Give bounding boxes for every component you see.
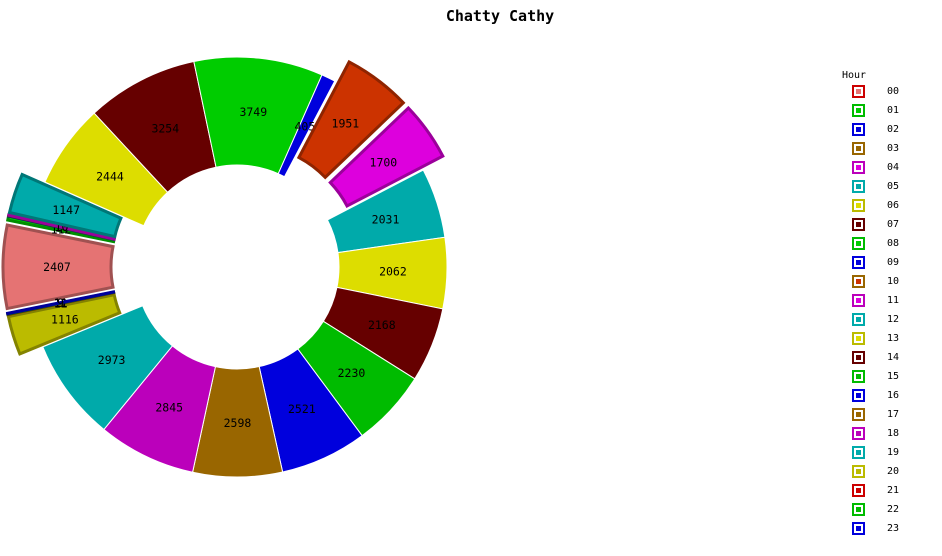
legend: Hour 00 01 02 03 04 05 06 07 08 09 10 11 12 13 14 15 16 1…	[842, 69, 937, 541]
legend-swatch	[852, 446, 865, 459]
legend-item-02[interactable]: 02	[842, 123, 937, 142]
legend-label: 00	[887, 86, 900, 97]
legend-swatch	[852, 123, 865, 136]
legend-swatch	[852, 104, 865, 117]
legend-label: 19	[887, 447, 900, 458]
slice-label-17: 2598	[224, 416, 252, 430]
slice-label-08: 3749	[239, 105, 267, 119]
legend-swatch	[852, 465, 865, 478]
slice-label-13: 2062	[379, 265, 407, 279]
legend-item-08[interactable]: 08	[842, 237, 937, 256]
legend-label: 15	[887, 371, 900, 382]
legend-swatch	[852, 180, 865, 193]
legend-label: 09	[887, 257, 900, 268]
legend-item-14[interactable]: 14	[842, 351, 937, 370]
slice-label-23: 9	[57, 296, 64, 310]
slice-label-15: 2230	[338, 366, 366, 380]
legend-swatch	[852, 351, 865, 364]
legend-label: 21	[887, 485, 900, 496]
legend-swatch	[852, 199, 865, 212]
legend-item-07[interactable]: 07	[842, 218, 937, 237]
legend-label: 14	[887, 352, 900, 363]
legend-item-03[interactable]: 03	[842, 142, 937, 161]
legend-swatch	[852, 370, 865, 383]
legend-item-04[interactable]: 04	[842, 161, 937, 180]
legend-label: 13	[887, 333, 900, 344]
legend-label: 08	[887, 238, 900, 249]
slice-label-07: 3254	[151, 121, 179, 135]
legend-item-17[interactable]: 17	[842, 408, 937, 427]
legend-label: 07	[887, 219, 900, 230]
legend-swatch	[852, 275, 865, 288]
legend-label: 03	[887, 143, 900, 154]
legend-swatch	[852, 142, 865, 155]
legend-item-15[interactable]: 15	[842, 370, 937, 389]
legend-item-00[interactable]: 00	[842, 85, 937, 104]
legend-swatch	[852, 85, 865, 98]
legend-label: 02	[887, 124, 900, 135]
legend-label: 18	[887, 428, 900, 439]
slice-label-16: 2521	[288, 402, 316, 416]
legend-item-23[interactable]: 23	[842, 522, 937, 541]
legend-label: 12	[887, 314, 900, 325]
legend-swatch	[852, 522, 865, 535]
legend-label: 16	[887, 390, 900, 401]
slice-label-05: 1147	[52, 203, 80, 217]
legend-swatch	[852, 389, 865, 402]
legend-label: 11	[887, 295, 900, 306]
legend-item-10[interactable]: 10	[842, 275, 937, 294]
legend-swatch	[852, 332, 865, 345]
legend-label: 22	[887, 504, 900, 515]
legend-label: 23	[887, 523, 900, 534]
legend-item-12[interactable]: 12	[842, 313, 937, 332]
legend-items: 00 01 02 03 04 05 06 07 08 09 10 11 12 13 14 15 16 17 18 19…	[842, 85, 937, 541]
legend-item-20[interactable]: 20	[842, 465, 937, 484]
slice-label-12: 2031	[372, 212, 400, 226]
legend-swatch	[852, 408, 865, 421]
legend-label: 20	[887, 466, 900, 477]
legend-item-01[interactable]: 01	[842, 104, 937, 123]
slice-label-18: 2845	[155, 400, 183, 414]
legend-item-19[interactable]: 19	[842, 446, 937, 465]
legend-item-05[interactable]: 05	[842, 180, 937, 199]
slice-label-10: 1951	[332, 116, 360, 130]
legend-label: 05	[887, 181, 900, 192]
slice-label-14: 2168	[368, 318, 396, 332]
legend-item-21[interactable]: 21	[842, 484, 937, 503]
legend-swatch	[852, 218, 865, 231]
slice-label-11: 1700	[370, 155, 398, 169]
legend-swatch	[852, 294, 865, 307]
legend-swatch	[852, 427, 865, 440]
slice-label-00: 2407	[43, 260, 71, 274]
legend-label: 17	[887, 409, 900, 420]
slice-label-19: 2973	[98, 353, 126, 367]
legend-item-09[interactable]: 09	[842, 256, 937, 275]
legend-swatch	[852, 237, 865, 250]
legend-item-18[interactable]: 18	[842, 427, 937, 446]
legend-swatch	[852, 256, 865, 269]
slice-label-20: 1116	[51, 313, 79, 327]
legend-label: 04	[887, 162, 900, 173]
legend-swatch	[852, 503, 865, 516]
donut-chart: 2407112141010114724443254374940519511700…	[1, 56, 448, 478]
legend-swatch	[852, 484, 865, 497]
legend-label: 06	[887, 200, 900, 211]
legend-item-11[interactable]: 11	[842, 294, 937, 313]
legend-label: 10	[887, 276, 900, 287]
slice-label-06: 2444	[96, 169, 124, 183]
legend-item-22[interactable]: 22	[842, 503, 937, 522]
legend-item-06[interactable]: 06	[842, 199, 937, 218]
legend-title: Hour	[842, 70, 867, 81]
legend-item-16[interactable]: 16	[842, 389, 937, 408]
legend-label: 01	[887, 105, 900, 116]
legend-swatch	[852, 161, 865, 174]
legend-item-13[interactable]: 13	[842, 332, 937, 351]
legend-swatch	[852, 313, 865, 326]
